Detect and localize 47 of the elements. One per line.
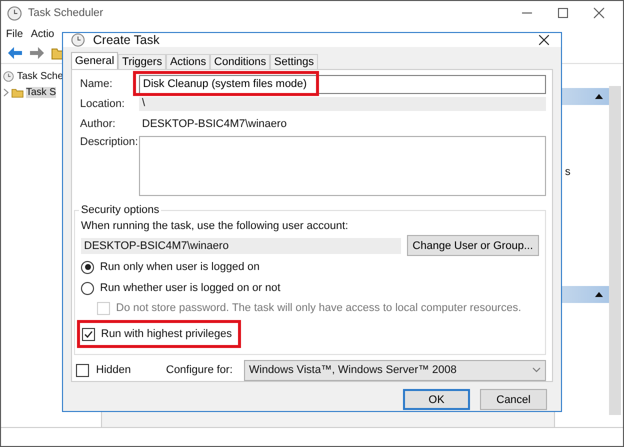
- forward-arrow-icon[interactable]: [29, 46, 45, 60]
- checkbox-label: Hidden: [96, 364, 132, 376]
- group-title: Security options: [80, 204, 160, 216]
- tree-item[interactable]: Task S: [26, 86, 56, 98]
- option-label: Do not store password. The task will only have access to local computer resources.: [116, 302, 522, 314]
- tab[interactable]: Conditions: [210, 54, 270, 69]
- author-value: DESKTOP-BSIC4M7\winaero: [141, 118, 287, 130]
- dialog-title: Create Task: [93, 33, 160, 47]
- tree-item[interactable]: Task Sche: [17, 70, 64, 82]
- radio-button[interactable]: [81, 260, 94, 274]
- cancel-button[interactable]: Cancel: [480, 389, 547, 410]
- tab[interactable]: Settings: [270, 54, 318, 69]
- tab[interactable]: General: [71, 52, 118, 69]
- checkbox[interactable]: [82, 328, 95, 340]
- maximize-icon[interactable]: [557, 7, 569, 19]
- collapse-arrow-icon[interactable]: [595, 292, 603, 297]
- ok-button[interactable]: OK: [403, 389, 470, 410]
- tab[interactable]: Triggers: [118, 54, 166, 69]
- name-field[interactable]: Disk Cleanup (system files mode): [139, 74, 546, 94]
- option-label: Run with highest privileges: [101, 328, 232, 340]
- change-user-button[interactable]: Change User or Group...: [406, 235, 539, 256]
- location-value: \: [139, 97, 546, 111]
- field-label: Name:: [80, 78, 114, 90]
- field-label: Location:: [80, 98, 126, 110]
- account-field: DESKTOP-BSIC4M7\winaero: [81, 238, 401, 254]
- dropdown-caret-icon[interactable]: [532, 367, 541, 373]
- configure-dropdown[interactable]: Windows Vista™, Windows Server™ 2008: [244, 360, 546, 380]
- folder-icon: [11, 86, 24, 98]
- field-label: Description:: [80, 136, 139, 148]
- clock-icon: [7, 6, 22, 20]
- radio-button[interactable]: [81, 282, 94, 294]
- window-title: Task Scheduler: [28, 7, 104, 19]
- collapse-arrow-icon[interactable]: [595, 94, 603, 99]
- tab[interactable]: Actions: [166, 54, 210, 69]
- close-icon[interactable]: [539, 35, 549, 45]
- action-text: s: [565, 166, 570, 178]
- field-label: Configure for:: [166, 364, 234, 376]
- menu-item[interactable]: File: [6, 28, 23, 40]
- menu-item[interactable]: Actio: [30, 28, 54, 40]
- option-label: Run only when user is logged on: [100, 261, 260, 273]
- option-label: Run whether user is logged on or not: [100, 282, 280, 294]
- field-label: Author:: [80, 118, 116, 130]
- checkbox[interactable]: [76, 364, 89, 376]
- back-arrow-icon[interactable]: [7, 46, 23, 60]
- clock-icon: [3, 70, 14, 82]
- account-prompt: When running the task, use the following user account:: [81, 220, 350, 232]
- close-icon[interactable]: [593, 7, 605, 19]
